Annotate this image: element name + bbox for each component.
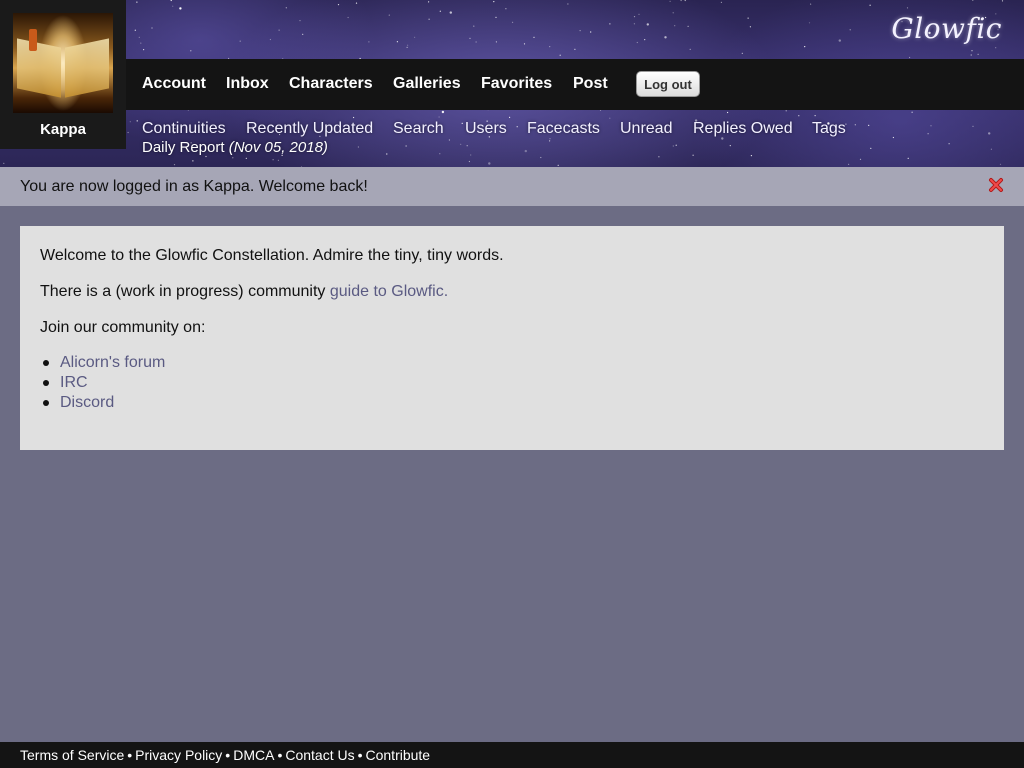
list-item: Alicorn's forum — [42, 353, 165, 373]
community-intro: Join our community on: — [40, 319, 206, 336]
avatar[interactable] — [13, 13, 113, 113]
footer-dmca-link[interactable]: DMCA — [233, 747, 274, 763]
nav-continuities[interactable]: Continuities — [142, 120, 226, 138]
list-item: Discord — [42, 393, 165, 413]
nav-tags[interactable]: Tags — [812, 120, 846, 138]
nav-facecasts[interactable]: Facecasts — [527, 120, 600, 138]
primary-nav: Account Inbox Characters Galleries Favor… — [126, 59, 1024, 110]
site-logo[interactable]: Glowfic — [891, 12, 1002, 45]
alicorns-forum-link[interactable]: Alicorn's forum — [60, 354, 165, 371]
footer-contact-link[interactable]: Contact Us — [285, 747, 354, 763]
nav-search[interactable]: Search — [393, 120, 444, 138]
nav-characters[interactable]: Characters — [289, 75, 373, 93]
nav-recently-updated[interactable]: Recently Updated — [246, 120, 373, 138]
site-header: Glowfic Kappa Account Inbox Characters G… — [0, 0, 1024, 167]
list-item: IRC — [42, 373, 165, 393]
site-footer: Terms of Service • Privacy Policy • DMCA • Con… — [0, 742, 1024, 768]
nav-inbox[interactable]: Inbox — [226, 75, 269, 93]
footer-terms-link[interactable]: Terms of Service — [20, 747, 124, 763]
footer-separator: • — [225, 747, 231, 763]
nav-users[interactable]: Users — [465, 120, 507, 138]
guide-link[interactable]: guide to Glowfic. — [330, 283, 448, 300]
footer-separator: • — [277, 747, 283, 763]
footer-separator: • — [127, 747, 133, 763]
flash-message: You are now logged in as Kappa. Welcome … — [0, 167, 1024, 206]
community-list: Alicorn's forum IRC Discord — [42, 353, 165, 413]
main-content: Welcome to the Glowfic Constellation. Ad… — [20, 226, 1004, 450]
daily-report-label: Daily Report — [142, 139, 225, 156]
logout-button[interactable]: Log out — [636, 71, 700, 97]
welcome-text: Welcome to the Glowfic Constellation. Ad… — [40, 247, 504, 264]
nav-post[interactable]: Post — [573, 75, 608, 93]
nav-account[interactable]: Account — [142, 75, 206, 93]
footer-contribute-link[interactable]: Contribute — [366, 747, 431, 763]
guide-paragraph: There is a (work in progress) community … — [40, 283, 448, 301]
discord-link[interactable]: Discord — [60, 394, 114, 411]
close-icon[interactable] — [988, 177, 1004, 193]
daily-report-link[interactable]: Daily Report (Nov 05, 2018) — [142, 139, 328, 156]
irc-link[interactable]: IRC — [60, 374, 88, 391]
nav-favorites[interactable]: Favorites — [481, 75, 552, 93]
guide-prefix: There is a (work in progress) community — [40, 283, 326, 300]
footer-separator: • — [357, 747, 363, 763]
username[interactable]: Kappa — [0, 121, 126, 138]
flash-text: You are now logged in as Kappa. Welcome … — [20, 178, 368, 195]
daily-report-date: (Nov 05, 2018) — [228, 139, 328, 156]
nav-replies-owed[interactable]: Replies Owed — [693, 120, 793, 138]
nav-galleries[interactable]: Galleries — [393, 75, 461, 93]
footer-privacy-link[interactable]: Privacy Policy — [135, 747, 222, 763]
user-box: Kappa — [0, 0, 126, 149]
nav-unread[interactable]: Unread — [620, 120, 672, 138]
